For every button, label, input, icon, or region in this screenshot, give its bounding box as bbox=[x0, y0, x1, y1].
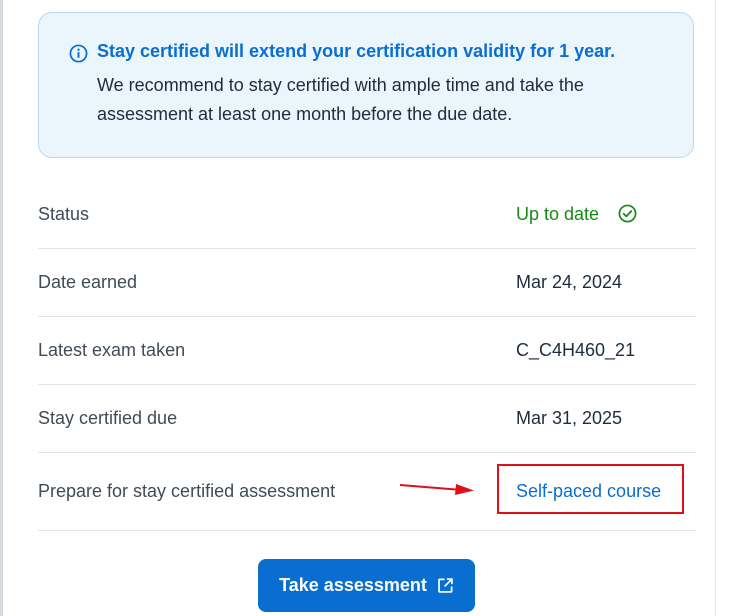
scroll-edge bbox=[715, 0, 716, 616]
detail-row-status: Status Up to date bbox=[38, 180, 696, 248]
prepare-label: Prepare for stay certified assessment bbox=[38, 481, 336, 501]
external-link-icon bbox=[438, 578, 453, 593]
left-panel-border bbox=[0, 0, 3, 616]
check-circle-icon bbox=[618, 204, 637, 223]
info-message-strip: Stay certified will extend your certific… bbox=[38, 12, 694, 158]
detail-row-date-earned: Date earned Mar 24, 2024 bbox=[38, 248, 696, 316]
take-assessment-label: Take assessment bbox=[279, 575, 427, 595]
stay-certified-due-label: Stay certified due bbox=[38, 408, 178, 428]
detail-row-latest-exam: Latest exam taken C_C4H460_21 bbox=[38, 316, 696, 384]
annotation-highlight-box bbox=[497, 464, 684, 514]
info-title: Stay certified will extend your certific… bbox=[97, 41, 616, 61]
date-earned-label: Date earned bbox=[38, 272, 138, 292]
latest-exam-label: Latest exam taken bbox=[38, 340, 186, 360]
row-divider bbox=[38, 530, 696, 531]
row-divider bbox=[38, 452, 696, 453]
info-icon bbox=[69, 44, 88, 63]
detail-row-stay-certified-due: Stay certified due Mar 31, 2025 bbox=[38, 384, 696, 452]
latest-exam-value: C_C4H460_21 bbox=[516, 340, 636, 360]
info-body: We recommend to stay certified with ampl… bbox=[97, 75, 584, 124]
date-earned-value: Mar 24, 2024 bbox=[516, 272, 623, 292]
status-value: Up to date bbox=[516, 204, 600, 224]
take-assessment-button[interactable]: Take assessment bbox=[258, 559, 475, 612]
stay-certified-due-value: Mar 31, 2025 bbox=[516, 408, 623, 428]
annotation-arrow-icon bbox=[399, 484, 474, 495]
status-label: Status bbox=[38, 204, 90, 224]
